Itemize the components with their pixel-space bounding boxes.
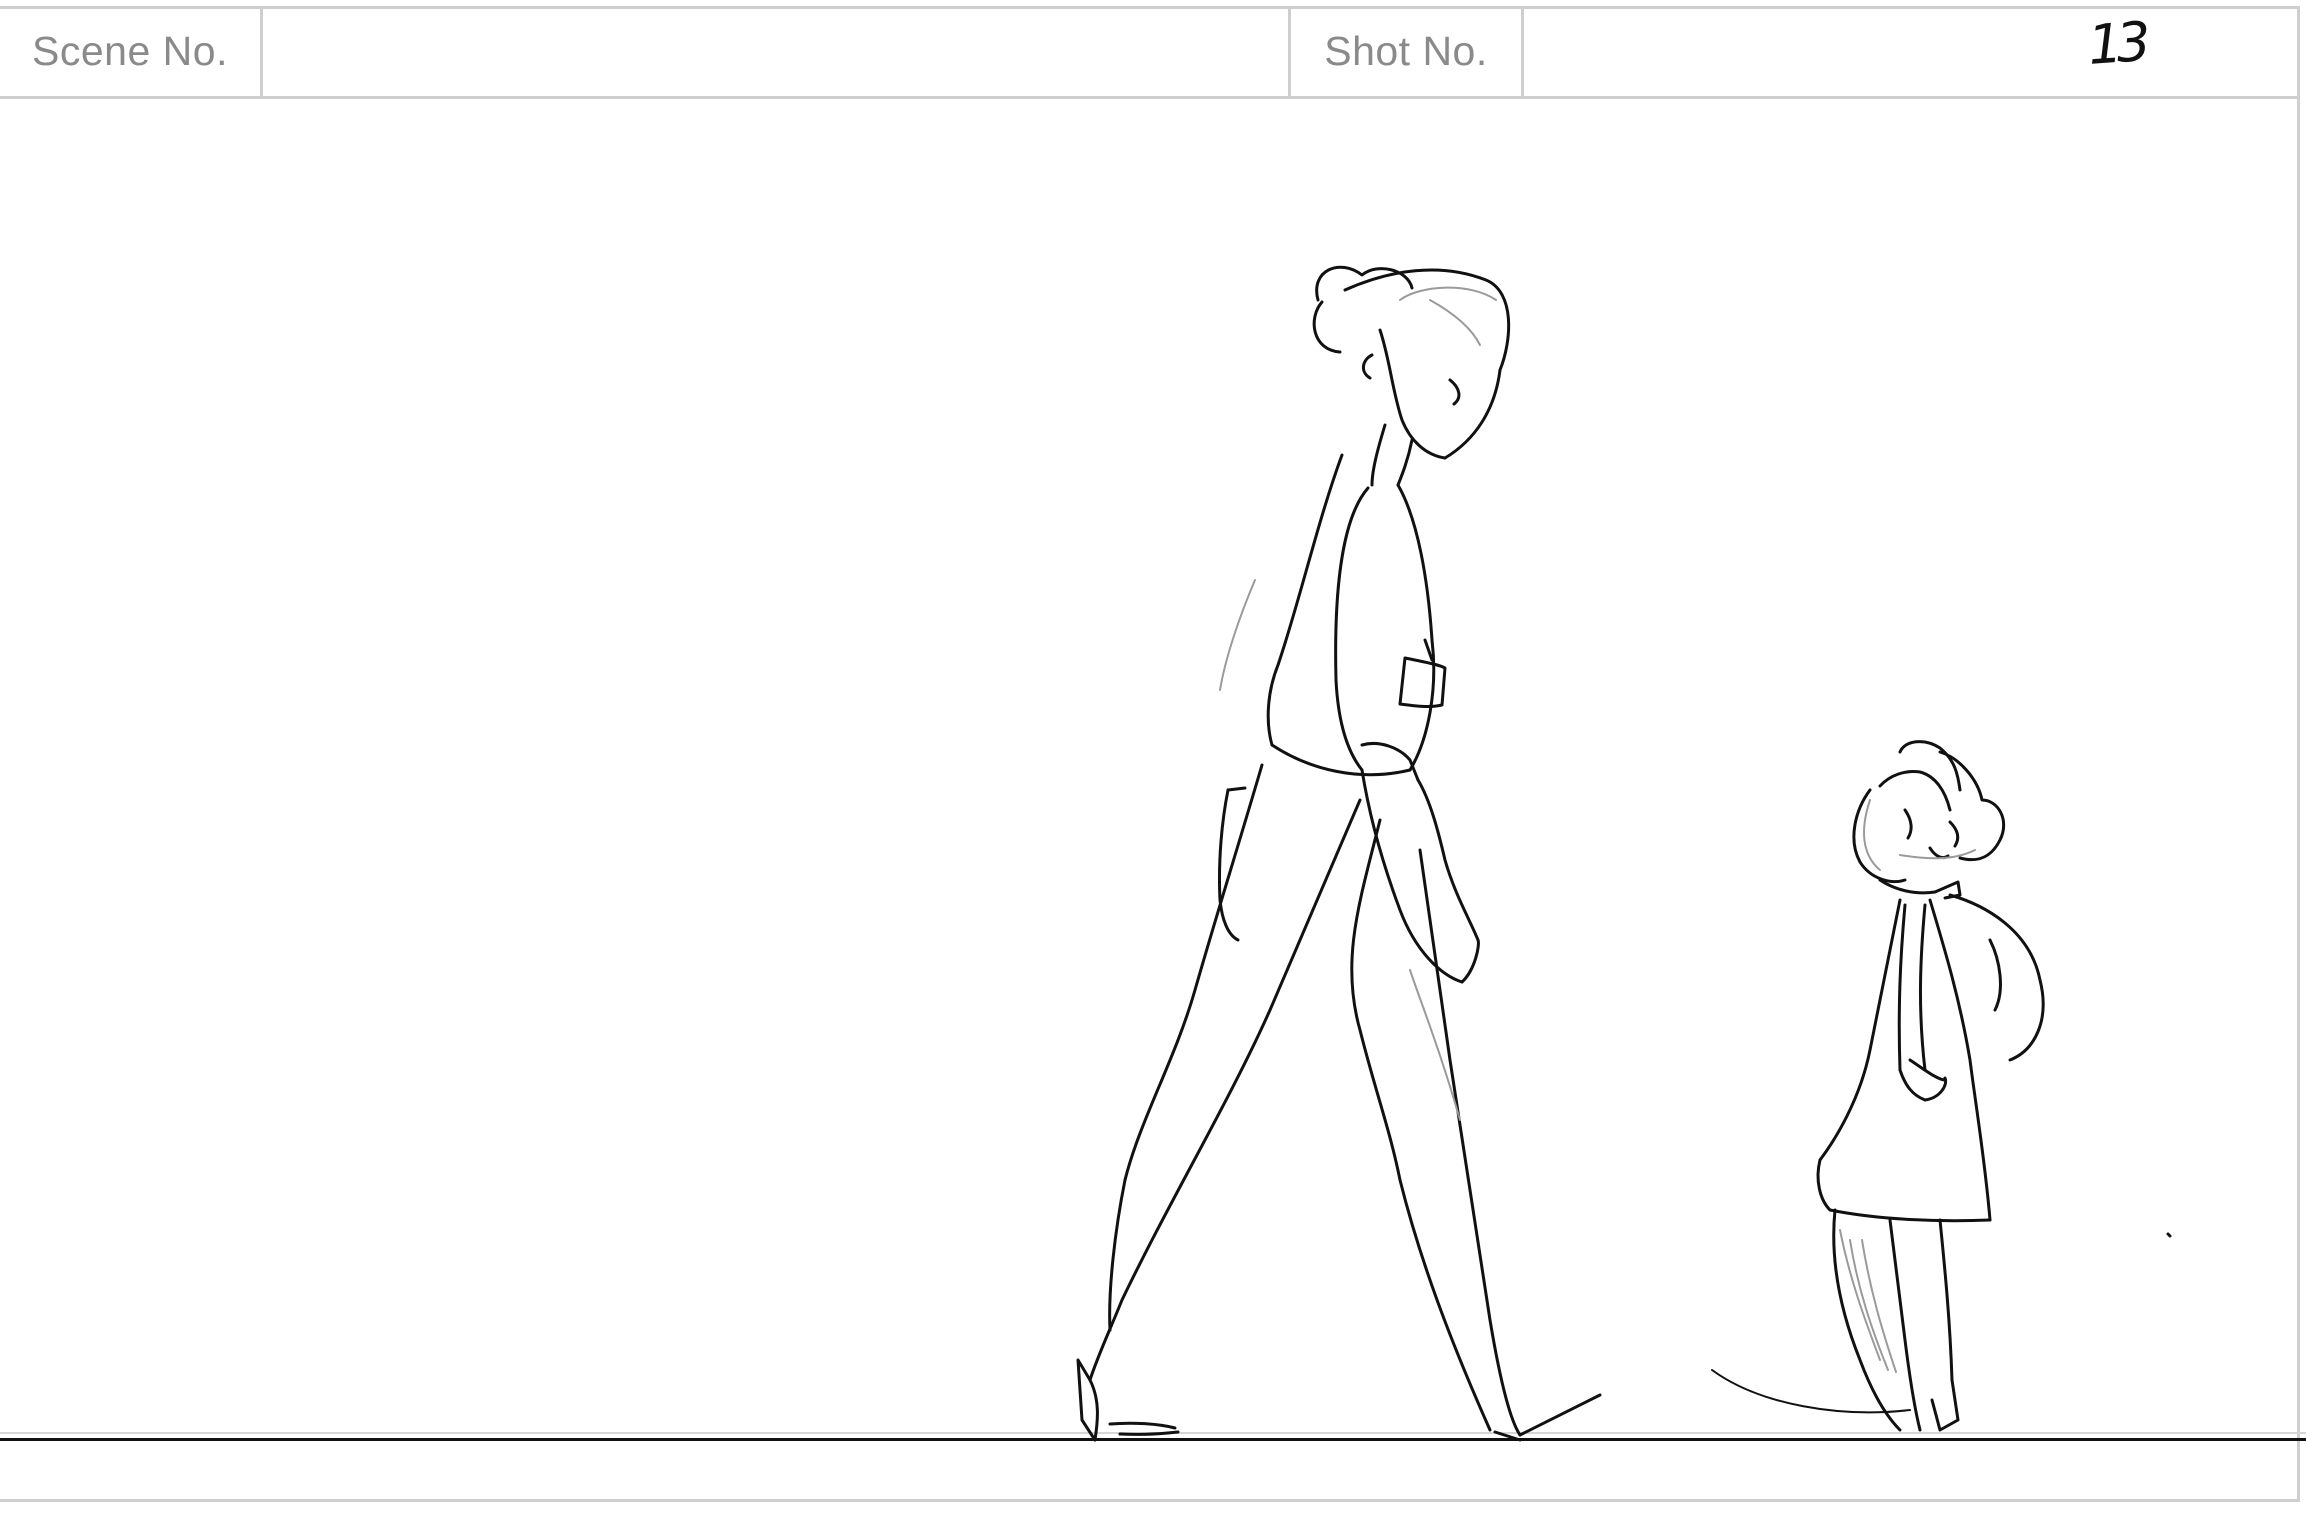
sketch-canvas — [1076, 265, 2172, 1442]
adult-figure-sketch — [1076, 265, 1602, 1442]
child-figure-sketch — [1711, 740, 2172, 1432]
